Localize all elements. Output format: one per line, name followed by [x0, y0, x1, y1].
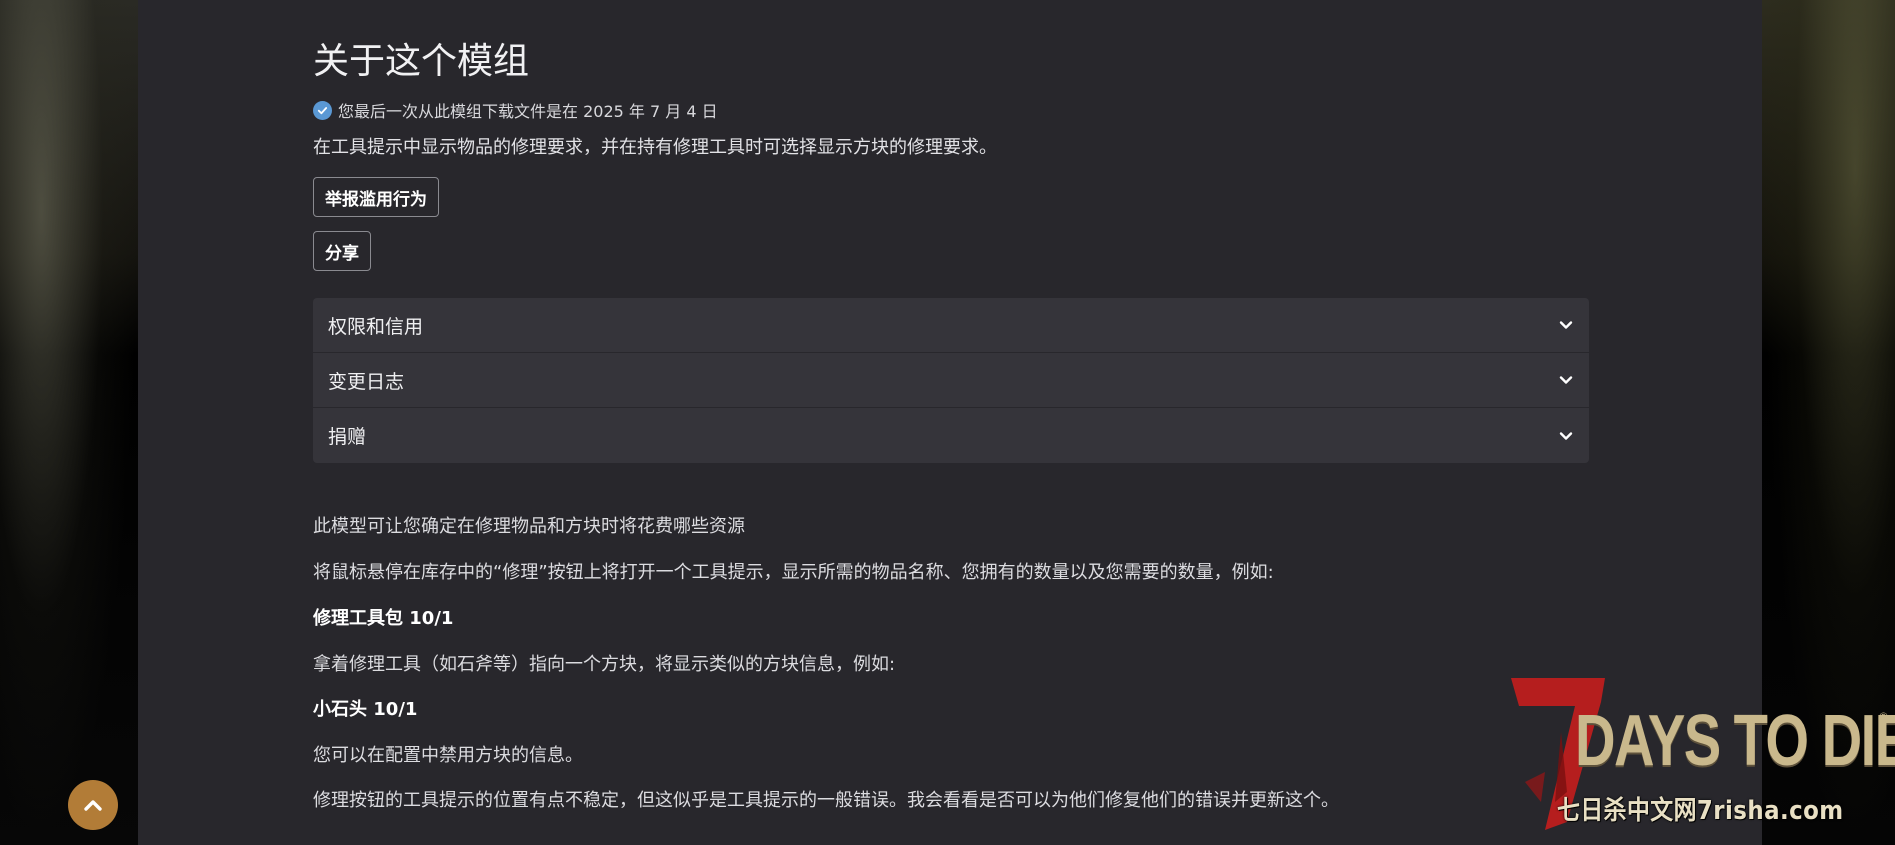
description-paragraph: 修理按钮的工具提示的位置有点不稳定，但这似乎是工具提示的一般错误。我会看看是否可… [313, 790, 1339, 811]
back-to-top-button[interactable] [68, 780, 118, 830]
download-notice: 您最后一次从此模组下载文件是在 2025 年 7 月 4 日 [313, 98, 718, 122]
chevron-down-icon [1559, 320, 1573, 330]
report-abuse-button[interactable]: 举报滥用行为 [313, 177, 439, 217]
description-paragraph: 此模型可让您确定在修理物品和方块时将花费哪些资源 [313, 516, 745, 537]
description-example-bold: 修理工具包 10/1 [313, 608, 454, 629]
watermark-logo-text: DAYS TO DIE [1575, 701, 1895, 781]
chevron-up-icon [83, 798, 103, 812]
watermark-site-text: 七日杀中文网7risha.com [1557, 796, 1844, 826]
accordion-donations[interactable]: 捐赠 [313, 408, 1589, 463]
description-paragraph: 将鼠标悬停在库存中的“修理”按钮上将打开一个工具提示，显示所需的物品名称、您拥有… [313, 562, 1274, 583]
mod-summary: 在工具提示中显示物品的修理要求，并在持有修理工具时可选择显示方块的修理要求。 [313, 137, 997, 158]
accordion-label: 捐赠 [328, 426, 367, 448]
check-circle-icon [313, 100, 332, 120]
watermark-registered: ® [1878, 710, 1889, 723]
section-title: 关于这个模组 [313, 41, 530, 82]
share-button[interactable]: 分享 [313, 231, 371, 271]
accordion-changelog[interactable]: 变更日志 [313, 353, 1589, 408]
chevron-down-icon [1559, 431, 1573, 441]
background-left [0, 0, 138, 845]
site-watermark: DAYS TO DIE ® 七日杀中文网7risha.com [1505, 672, 1895, 832]
download-notice-text: 您最后一次从此模组下载文件是在 2025 年 7 月 4 日 [338, 102, 718, 121]
description-example-bold: 小石头 10/1 [313, 699, 418, 720]
accordion: 权限和信用 变更日志 捐赠 [313, 298, 1589, 463]
accordion-label: 变更日志 [328, 370, 405, 393]
description-paragraph: 拿着修理工具（如石斧等）指向一个方块，将显示类似的方块信息，例如: [313, 654, 896, 675]
accordion-permissions-and-credits[interactable]: 权限和信用 [313, 298, 1589, 353]
chevron-down-icon [1559, 375, 1573, 385]
description-paragraph: 您可以在配置中禁用方块的信息。 [313, 745, 583, 766]
accordion-label: 权限和信用 [328, 315, 424, 338]
